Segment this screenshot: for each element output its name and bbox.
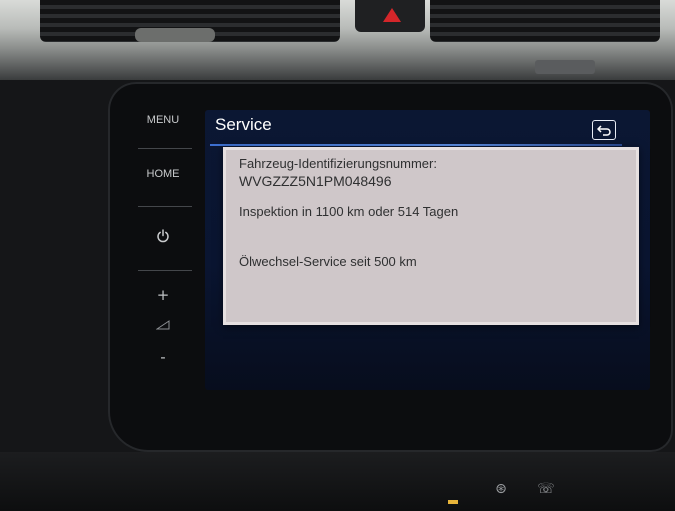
- back-button[interactable]: [592, 120, 616, 140]
- dashboard-knob: [535, 60, 595, 74]
- home-button[interactable]: HOME: [128, 154, 198, 194]
- power-button[interactable]: [128, 216, 198, 256]
- power-icon: [157, 229, 169, 243]
- button-divider: [138, 270, 192, 271]
- air-vent-right: [430, 0, 660, 42]
- infotainment-screen: Service Fahrzeug-Identifizierungsnummer:…: [205, 110, 650, 390]
- vin-label: Fahrzeug-Identifizierungsnummer:: [239, 156, 437, 171]
- title-underline: [210, 144, 622, 146]
- button-divider: [138, 206, 192, 207]
- vin-value: WVGZZZ5N1PM048496: [239, 173, 392, 189]
- volume-level-icon: [156, 320, 170, 330]
- menu-button-label: MENU: [146, 114, 180, 126]
- console-indicator-light: [448, 500, 458, 504]
- hazard-button[interactable]: [355, 0, 425, 32]
- hardware-button-column: MENU HOME + -: [128, 98, 198, 398]
- home-button-label: HOME: [146, 168, 180, 180]
- title-bar: Service: [205, 110, 650, 144]
- car-icon[interactable]: ⊛: [490, 478, 512, 500]
- phone-icon[interactable]: ☏: [535, 478, 557, 500]
- service-info-dialog: Fahrzeug-Identifizierungsnummer: WVGZZZ5…: [223, 147, 639, 325]
- volume-up-button[interactable]: +: [128, 286, 198, 304]
- back-arrow-icon: [596, 125, 611, 136]
- oil-service-status: Ölwechsel-Service seit 500 km: [239, 254, 417, 269]
- hazard-triangle-icon: [383, 8, 401, 22]
- center-console: [0, 452, 675, 511]
- volume-down-button[interactable]: -: [128, 348, 198, 366]
- page-title: Service: [215, 115, 272, 134]
- menu-button[interactable]: MENU: [128, 100, 198, 140]
- button-divider: [138, 148, 192, 149]
- inspection-status: Inspektion in 1100 km oder 514 Tagen: [239, 204, 459, 219]
- dashboard-trim: [135, 28, 215, 42]
